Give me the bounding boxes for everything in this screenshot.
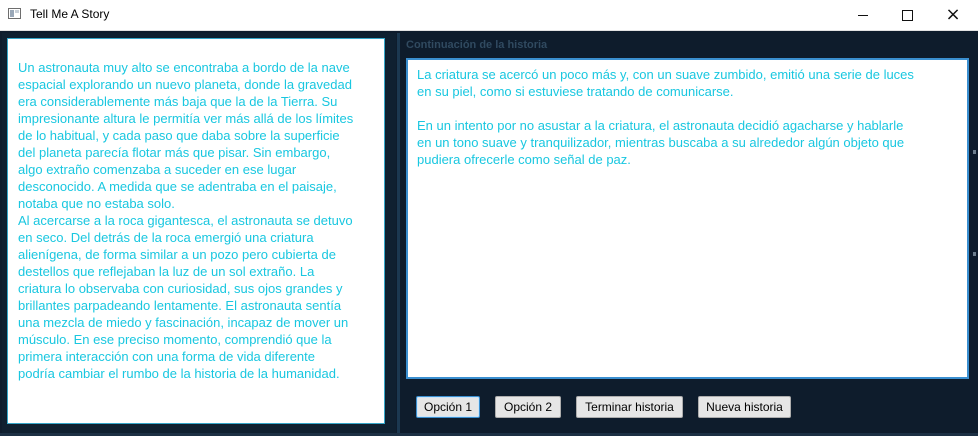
- minimize-icon: [858, 14, 868, 16]
- close-icon: ×: [945, 4, 961, 25]
- split-divider[interactable]: [397, 33, 400, 433]
- continuation-label: Continuación de la historia: [406, 39, 548, 51]
- new-story-button[interactable]: Nueva historia: [698, 396, 791, 418]
- end-story-button[interactable]: Terminar historia: [576, 396, 683, 418]
- option-1-button[interactable]: Opción 1: [416, 396, 480, 418]
- maximize-button[interactable]: [884, 0, 930, 30]
- story-panel-frame: Un astronauta muy alto se encontraba a b…: [2, 33, 396, 433]
- close-button[interactable]: ×: [930, 0, 976, 30]
- continuation-text: La criatura se acercó un poco más y, con…: [417, 67, 914, 167]
- scroll-marker: [973, 252, 976, 256]
- story-text-area[interactable]: Un astronauta muy alto se encontraba a b…: [7, 38, 385, 424]
- maximize-icon: [901, 9, 913, 21]
- continuation-text-area[interactable]: La criatura se acercó un poco más y, con…: [406, 58, 969, 379]
- title-bar: Tell Me A Story ×: [0, 0, 978, 31]
- option-2-button[interactable]: Opción 2: [495, 396, 561, 418]
- scroll-marker: [973, 150, 976, 154]
- window-title: Tell Me A Story: [30, 7, 110, 21]
- app-window-icon: [8, 8, 21, 19]
- story-text: Un astronauta muy alto se encontraba a b…: [18, 60, 354, 381]
- minimize-button[interactable]: [840, 0, 886, 30]
